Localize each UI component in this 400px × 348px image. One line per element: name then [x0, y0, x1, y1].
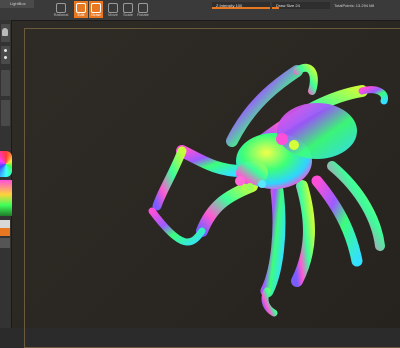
- draw-size-slider[interactable]: Draw Size 24: [272, 2, 330, 9]
- total-points-readout: TotalPoints: 13.294 Mil: [334, 3, 375, 8]
- left-tool-shelf: [0, 20, 12, 328]
- brush-icon: [91, 3, 101, 13]
- brush-icon: [2, 28, 8, 36]
- draw-size-label: Draw Size 24: [276, 3, 300, 8]
- move-icon: [108, 3, 118, 13]
- move-button[interactable]: Move: [106, 1, 120, 18]
- dot-icon: [4, 49, 7, 52]
- edit-icon: [76, 3, 86, 13]
- top-toolbar: LightBox Rational Edit Draw Move Scale R…: [0, 0, 400, 21]
- frame-icon: [56, 3, 66, 13]
- alpha-button[interactable]: [1, 70, 10, 96]
- z-intensity-slider[interactable]: Z Intensity 100: [212, 2, 270, 9]
- stroke-dots-button[interactable]: [1, 46, 10, 64]
- color-picker-square[interactable]: [0, 180, 12, 216]
- other-button[interactable]: Rational: [50, 1, 72, 18]
- main-color-swatch[interactable]: [0, 220, 10, 228]
- lightbox-button[interactable]: LightBox: [0, 0, 34, 8]
- rotate-icon: [138, 3, 148, 13]
- color-wheel-icon[interactable]: [0, 151, 12, 177]
- rotate-button[interactable]: Rotate: [136, 1, 150, 18]
- z-intensity-label: Z Intensity 100: [216, 3, 243, 8]
- scale-button[interactable]: Scale: [121, 1, 135, 18]
- edit-button[interactable]: Edit: [74, 1, 88, 18]
- scale-icon: [123, 3, 133, 13]
- secondary-color-swatch[interactable]: [0, 228, 10, 236]
- texture-button[interactable]: [1, 100, 10, 126]
- spider-model[interactable]: [12, 21, 400, 328]
- switch-color-button[interactable]: [0, 238, 10, 248]
- spider-legs: [148, 63, 388, 317]
- dot-icon: [4, 56, 7, 59]
- draw-button[interactable]: Draw: [89, 1, 103, 18]
- brush-tool-button[interactable]: [1, 24, 10, 42]
